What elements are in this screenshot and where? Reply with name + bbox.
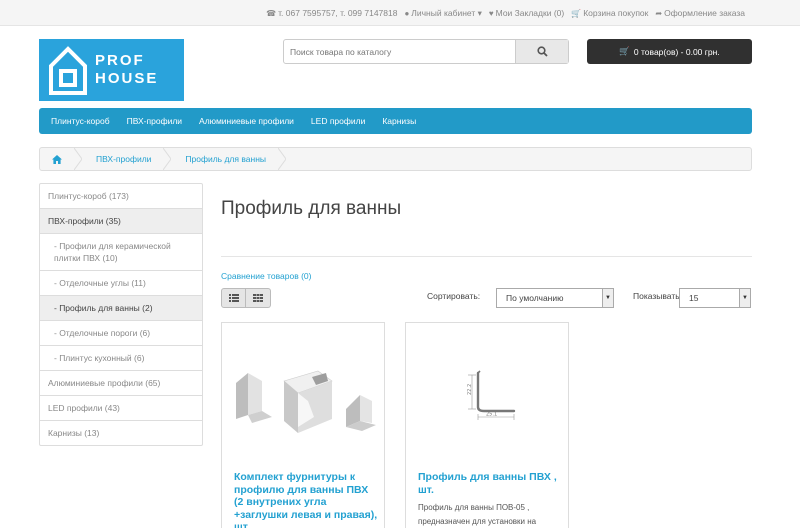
breadcrumb-separator [74,148,82,170]
menu-item-cornices[interactable]: Карнизы [382,116,416,126]
sidebar-item-led[interactable]: LED профили (43) [40,396,202,421]
bath-profile-drawing: 22.2 25.1 [467,370,516,420]
logo-text-line2: HOUSE [95,70,159,87]
product-name[interactable]: Профиль для ванны ПВХ , шт. [418,471,563,496]
caret-down-icon: ▾ [477,8,482,18]
product-name[interactable]: Комплект фурнитуры к профилю для ванны П… [234,471,379,528]
cart-icon: 🛒 [571,9,582,18]
sidebar-item-cornices[interactable]: Карнизы (13) [40,421,202,445]
sidebar-item-kitchen-plinth[interactable]: - Плинтус кухонный (6) [40,346,202,371]
menu-item-plintus[interactable]: Плинтус-короб [51,116,110,126]
logo-text-line1: PROF [95,52,145,69]
product-image[interactable] [222,323,384,463]
page-title: Профиль для ванны [221,198,402,219]
sidebar-item-pvc[interactable]: ПВХ-профили (35) [40,209,202,234]
user-icon: ● [404,9,410,18]
sidebar-item-corners[interactable]: - Отделочные углы (11) [40,271,202,296]
compare-link[interactable]: Сравнение товаров (0) [221,271,311,281]
breadcrumb-item-pvc[interactable]: ПВХ-профили [82,148,163,170]
dimension-height-label: 22.2 [467,384,473,395]
product-image[interactable]: 22.2 25.1 [406,323,568,463]
main-menu: Плинтус-короб ПВХ-профили Алюминиевые пр… [39,108,752,134]
search-input[interactable] [284,40,516,63]
site-logo[interactable]: PROF HOUSE [39,39,184,101]
category-sidebar: Плинтус-короб (173) ПВХ-профили (35) - П… [39,183,203,446]
sidebar-item-tile-profiles[interactable]: - Профили для керамической плитки ПВХ (1… [40,234,202,271]
grid-icon [253,294,263,302]
menu-item-pvc[interactable]: ПВХ-профили [127,116,182,126]
cart-icon: 🛒 [619,46,630,56]
dropdown-arrow-icon: ▼ [739,289,750,307]
sidebar-item-plintus[interactable]: Плинтус-короб (173) [40,184,202,209]
divider [221,256,752,257]
account-link[interactable]: ● Личный кабинет ▾ [404,8,481,19]
sidebar-item-thresholds[interactable]: - Отделочные пороги (6) [40,321,202,346]
sort-label: Сортировать: [427,291,481,301]
top-bar: ☎ т. 067 7595757, т. 099 7147818 ● Личный … [0,0,800,26]
sort-select[interactable]: По умолчанию ▼ [496,288,614,308]
search-button[interactable] [515,40,568,63]
search-box [283,39,569,64]
cart-button[interactable]: 🛒 0 товар(ов) - 0.00 грн. [587,39,752,64]
house-logo-icon [49,46,87,95]
breadcrumb-home[interactable] [40,148,74,170]
list-view-button[interactable] [221,288,246,308]
menu-item-led[interactable]: LED профили [311,116,365,126]
view-toggle [221,288,271,308]
sidebar-item-bath-profile[interactable]: - Профиль для ванны (2) [40,296,202,321]
breadcrumb-item-current[interactable]: Профиль для ванны [171,148,278,170]
share-icon: ➦ [655,9,663,18]
limit-select[interactable]: 15 ▼ [679,288,751,308]
list-icon [228,294,239,302]
product-card: 22.2 25.1 Профиль для ванны ПВХ , шт. Пр… [405,322,569,528]
breadcrumb-separator [278,148,287,170]
phone-icon: ☎ [266,9,277,18]
bath-fittings-image [236,370,376,433]
grid-view-button[interactable] [246,288,271,308]
limit-label: Показывать: [633,291,683,301]
phone-link[interactable]: ☎ т. 067 7595757, т. 099 7147818 [266,8,397,19]
breadcrumb: ПВХ-профили Профиль для ванны [39,147,752,171]
product-card: Комплект фурнитуры к профилю для ванны П… [221,322,385,528]
heart-icon: ♥ [488,9,494,18]
breadcrumb-separator [163,148,172,170]
dropdown-arrow-icon: ▼ [602,289,613,307]
top-links: ☎ т. 067 7595757, т. 099 7147818 ● Личный … [266,8,745,19]
checkout-link[interactable]: ➦ Оформление заказа [655,8,745,19]
dimension-width-label: 25.1 [486,412,497,418]
home-icon [52,154,62,164]
menu-item-aluminium[interactable]: Алюминиевые профили [199,116,294,126]
search-icon [536,46,548,57]
product-description: Профиль для ванны ПОВ-05 , предназначен … [418,503,537,526]
wishlist-link[interactable]: ♥ Мои Закладки (0) [489,8,564,19]
sidebar-item-aluminium[interactable]: Алюминиевые профили (65) [40,371,202,396]
cart-link[interactable]: 🛒 Корзина покупок [571,8,648,19]
